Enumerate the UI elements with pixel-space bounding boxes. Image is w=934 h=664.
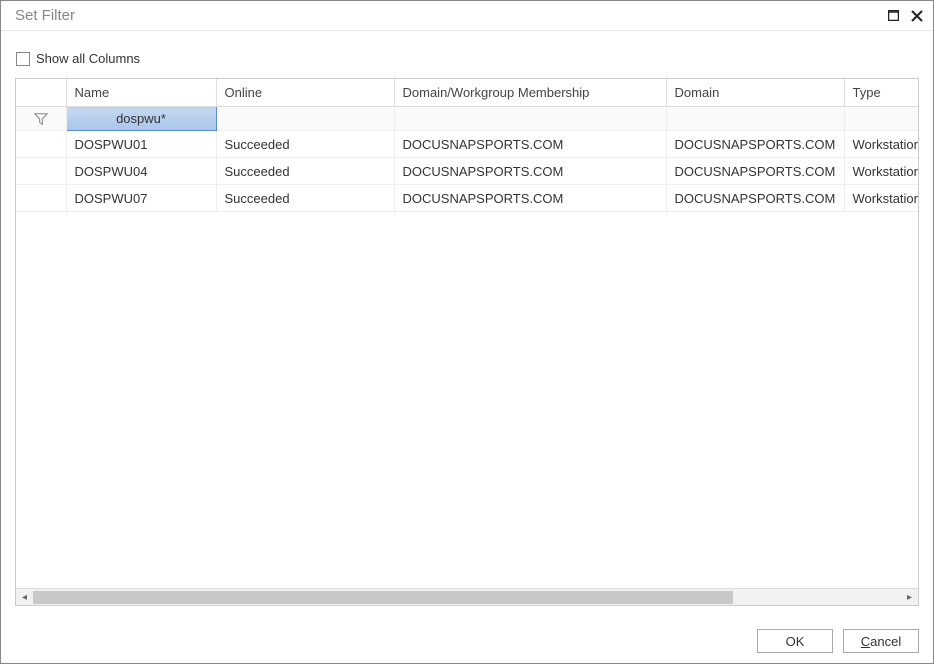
ok-button[interactable]: OK: [757, 629, 833, 653]
show-all-columns-checkbox[interactable]: [16, 52, 30, 66]
column-header-domain-membership[interactable]: Domain/Workgroup Membership: [394, 79, 666, 107]
cell-online: Succeeded: [216, 185, 394, 212]
cell-domain: DOCUSNAPSPORTS.COM: [666, 158, 844, 185]
cell-name: DOSPWU04: [66, 158, 216, 185]
cell-type: Workstation: [844, 131, 919, 158]
cell-domain-membership: DOCUSNAPSPORTS.COM: [394, 185, 666, 212]
scroll-track[interactable]: [33, 589, 901, 606]
cancel-button[interactable]: Cancel: [843, 629, 919, 653]
cell-domain: DOCUSNAPSPORTS.COM: [666, 131, 844, 158]
filter-input-type[interactable]: [844, 107, 919, 131]
filter-input-domain-membership[interactable]: [394, 107, 666, 131]
cell-domain-membership: DOCUSNAPSPORTS.COM: [394, 158, 666, 185]
column-header-type[interactable]: Type: [844, 79, 919, 107]
column-header-domain[interactable]: Domain: [666, 79, 844, 107]
filter-input-name[interactable]: dospwu*: [66, 107, 216, 131]
filter-row: dospwu*: [16, 107, 919, 131]
cell-online: Succeeded: [216, 158, 394, 185]
cell-type: Workstation: [844, 158, 919, 185]
funnel-icon: [16, 112, 66, 126]
table-row[interactable]: DOSPWU01 Succeeded DOCUSNAPSPORTS.COM DO…: [16, 131, 919, 158]
titlebar: Set Filter: [1, 1, 933, 31]
table-row[interactable]: DOSPWU07 Succeeded DOCUSNAPSPORTS.COM DO…: [16, 185, 919, 212]
content: Show all Columns Name Online Domain/Work…: [1, 31, 933, 606]
table-row[interactable]: DOSPWU04 Succeeded DOCUSNAPSPORTS.COM DO…: [16, 158, 919, 185]
cell-name: DOSPWU01: [66, 131, 216, 158]
data-grid: Name Online Domain/Workgroup Membership …: [15, 78, 919, 606]
filter-input-domain[interactable]: [666, 107, 844, 131]
titlebar-controls: [885, 8, 925, 24]
filter-input-online[interactable]: [216, 107, 394, 131]
scroll-right-arrow[interactable]: ▸: [901, 589, 918, 606]
horizontal-scrollbar[interactable]: ◂ ▸: [16, 588, 918, 605]
window-title: Set Filter: [15, 7, 885, 24]
grid-header: Name Online Domain/Workgroup Membership …: [16, 79, 919, 107]
cell-online: Succeeded: [216, 131, 394, 158]
column-header-icon[interactable]: [16, 79, 66, 107]
show-all-columns-row: Show all Columns: [15, 51, 919, 66]
dialog-footer: OK Cancel: [757, 629, 919, 653]
scroll-left-arrow[interactable]: ◂: [16, 589, 33, 606]
column-header-online[interactable]: Online: [216, 79, 394, 107]
column-header-name[interactable]: Name: [66, 79, 216, 107]
scroll-thumb[interactable]: [33, 591, 733, 604]
close-button[interactable]: [909, 8, 925, 24]
grid-table: Name Online Domain/Workgroup Membership …: [16, 79, 919, 212]
filter-icon-cell[interactable]: [16, 107, 66, 131]
cell-type: Workstation: [844, 185, 919, 212]
cell-domain: DOCUSNAPSPORTS.COM: [666, 185, 844, 212]
show-all-columns-label[interactable]: Show all Columns: [36, 51, 140, 66]
cell-name: DOSPWU07: [66, 185, 216, 212]
cell-domain-membership: DOCUSNAPSPORTS.COM: [394, 131, 666, 158]
maximize-button[interactable]: [885, 8, 901, 24]
